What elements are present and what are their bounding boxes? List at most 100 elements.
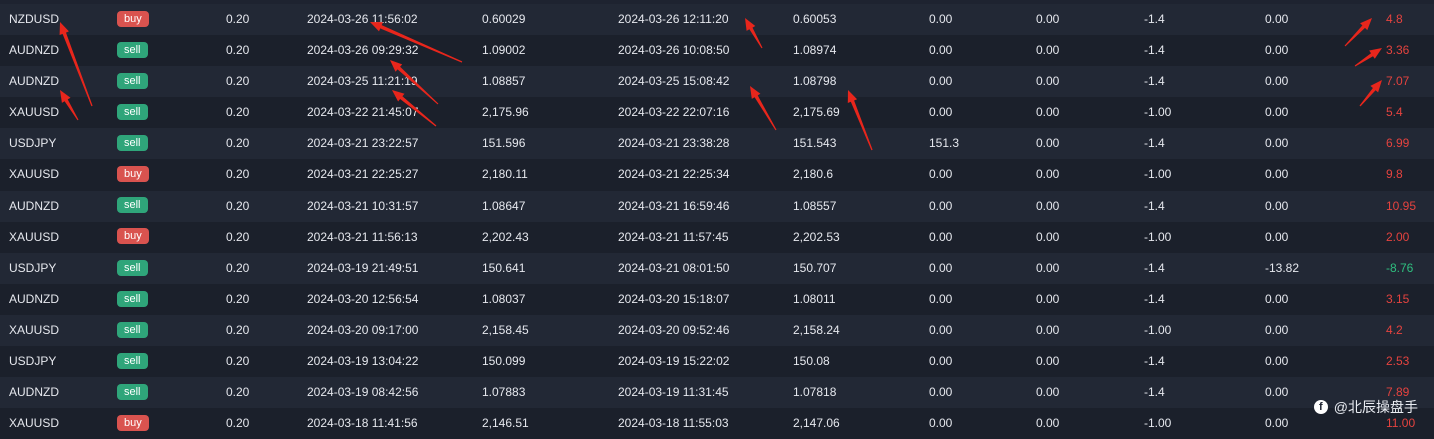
close-price-cell: 2,158.24 — [793, 322, 840, 337]
open-time-cell: 2024-03-21 23:22:57 — [307, 136, 419, 151]
symbol-cell: XAUUSD — [9, 229, 60, 244]
close-time-cell: 2024-03-19 15:22:02 — [618, 354, 730, 369]
open-time-cell: 2024-03-26 09:29:32 — [307, 43, 419, 58]
symbol-cell: XAUUSD — [9, 416, 60, 431]
commission-cell: 0.00 — [1265, 198, 1289, 213]
table-row[interactable]: NZDUSD buy 0.20 2024-03-26 11:56:02 0.60029 2… — [0, 4, 1434, 36]
table-row[interactable]: XAUUSD buy 0.20 2024-03-21 11:56:13 2,202.43… — [0, 221, 1434, 253]
table-row[interactable]: USDJPY sell 0.20 2024-03-19 21:49:51 150.641… — [0, 252, 1434, 284]
commission-cell: 0.00 — [1265, 136, 1289, 151]
tp-cell: 0.00 — [1036, 354, 1060, 369]
sell-badge: sell — [117, 41, 148, 58]
open-price-cell: 2,146.51 — [482, 416, 529, 431]
table-row[interactable]: XAUUSD buy 0.20 2024-03-21 22:25:27 2,180.11… — [0, 159, 1434, 191]
profit-cell: 4.2 — [1386, 322, 1403, 337]
open-time-cell: 2024-03-20 12:56:54 — [307, 291, 419, 306]
commission-cell: 0.00 — [1265, 229, 1289, 244]
swap-cell: -1.4 — [1144, 385, 1165, 400]
table-row[interactable]: AUDNZD sell 0.20 2024-03-26 09:29:32 1.09002… — [0, 35, 1434, 67]
close-price-cell: 2,180.6 — [793, 167, 834, 182]
lots-cell: 0.20 — [226, 198, 250, 213]
table-row[interactable]: XAUUSD sell 0.20 2024-03-20 09:17:00 2,158.4… — [0, 314, 1434, 347]
lots-cell: 0.20 — [226, 354, 250, 369]
sl-cell: 0.00 — [929, 167, 953, 182]
open-price-cell: 2,180.11 — [482, 167, 528, 182]
open-price-cell: 1.09002 — [482, 43, 526, 58]
sl-cell: 0.00 — [929, 416, 953, 431]
open-price-cell: 151.596 — [482, 136, 526, 151]
lots-cell: 0.20 — [226, 167, 250, 182]
tp-cell: 0.00 — [1036, 229, 1060, 244]
side-cell: sell — [117, 253, 148, 284]
profit-cell: 9.8 — [1386, 167, 1403, 182]
lots-cell: 0.20 — [226, 43, 250, 58]
platform-logo-icon: f — [1313, 400, 1328, 414]
open-price-cell: 0.60029 — [482, 12, 526, 26]
commission-cell: 0.00 — [1265, 385, 1289, 400]
open-price-cell: 2,202.43 — [482, 229, 529, 244]
profit-cell: -8.76 — [1386, 260, 1414, 275]
tp-cell: 0.00 — [1036, 136, 1060, 151]
swap-cell: -1.00 — [1144, 167, 1172, 182]
table-row[interactable]: XAUUSD buy 0.20 2024-03-18 11:41:56 2,146.51… — [0, 408, 1434, 439]
buy-badge: buy — [117, 166, 149, 183]
close-price-cell: 2,202.53 — [793, 229, 840, 244]
table-row[interactable]: USDJPY sell 0.20 2024-03-21 23:22:57 151.596… — [0, 128, 1434, 160]
open-price-cell: 1.07883 — [482, 385, 526, 400]
table-row[interactable]: USDJPY sell 0.20 2024-03-19 13:04:22 150.099… — [0, 346, 1434, 378]
open-price-cell: 2,158.45 — [482, 322, 529, 337]
lots-cell: 0.20 — [226, 74, 250, 89]
commission-cell: 0.00 — [1265, 354, 1289, 369]
symbol-cell: AUDNZD — [9, 291, 59, 306]
symbol-cell: NZDUSD — [9, 12, 59, 26]
open-price-cell: 1.08037 — [482, 291, 526, 306]
open-time-cell: 2024-03-21 22:25:27 — [307, 167, 419, 182]
side-cell: sell — [117, 191, 148, 222]
sl-cell: 0.00 — [929, 74, 953, 89]
open-time-cell: 2024-03-18 11:41:56 — [307, 416, 418, 431]
profit-cell: 3.15 — [1386, 291, 1410, 306]
buy-badge: buy — [117, 10, 149, 27]
open-time-cell: 2024-03-21 11:56:13 — [307, 229, 418, 244]
open-time-cell: 2024-03-26 11:56:02 — [307, 12, 418, 26]
side-cell: buy — [117, 4, 149, 35]
close-time-cell: 2024-03-20 09:52:46 — [618, 322, 730, 337]
watermark-text: @北辰操盘手 — [1333, 399, 1418, 415]
sl-cell: 0.00 — [929, 291, 953, 306]
close-time-cell: 2024-03-26 10:08:50 — [618, 43, 730, 58]
open-price-cell: 1.08647 — [482, 198, 526, 213]
close-time-cell: 2024-03-21 16:59:46 — [618, 198, 730, 213]
sl-cell: 151.3 — [929, 136, 960, 151]
close-price-cell: 1.08011 — [793, 291, 836, 306]
open-time-cell: 2024-03-19 08:42:56 — [307, 385, 419, 400]
tp-cell: 0.00 — [1036, 260, 1060, 275]
symbol-cell: AUDNZD — [9, 198, 59, 213]
sl-cell: 0.00 — [929, 229, 953, 244]
trade-history-table: NZDUSD buy 0.20 2024-03-26 11:56:02 0.60029 2… — [0, 4, 1434, 439]
side-cell: sell — [117, 377, 148, 408]
sell-badge: sell — [117, 104, 148, 121]
table-row[interactable]: AUDNZD sell 0.20 2024-03-20 12:56:54 1.08037… — [0, 283, 1434, 315]
profit-cell: 4.8 — [1386, 12, 1403, 26]
symbol-cell: USDJPY — [9, 136, 57, 151]
close-price-cell: 1.07818 — [793, 385, 837, 400]
swap-cell: -1.4 — [1144, 43, 1165, 58]
symbol-cell: XAUUSD — [9, 167, 60, 182]
swap-cell: -1.00 — [1144, 229, 1172, 244]
watermark: f @北辰操盘手 — [1313, 397, 1418, 417]
side-cell: sell — [117, 284, 148, 315]
profit-cell: 2.00 — [1386, 229, 1410, 244]
tp-cell: 0.00 — [1036, 416, 1060, 431]
profit-cell: 3.36 — [1386, 43, 1410, 58]
lots-cell: 0.20 — [226, 105, 250, 120]
sell-badge: sell — [117, 383, 148, 400]
buy-badge: buy — [117, 415, 149, 432]
table-row[interactable]: XAUUSD sell 0.20 2024-03-22 21:45:07 2,175.9… — [0, 97, 1434, 129]
table-row[interactable]: AUDNZD sell 0.20 2024-03-19 08:42:56 1.07883… — [0, 377, 1434, 409]
symbol-cell: AUDNZD — [9, 43, 59, 58]
table-row[interactable]: AUDNZD sell 0.20 2024-03-21 10:31:57 1.08647… — [0, 190, 1434, 222]
table-row[interactable]: AUDNZD sell 0.20 2024-03-25 11:21:19 1.08857… — [0, 66, 1434, 98]
sell-badge: sell — [117, 321, 148, 338]
tp-cell: 0.00 — [1036, 12, 1060, 26]
tp-cell: 0.00 — [1036, 198, 1060, 213]
